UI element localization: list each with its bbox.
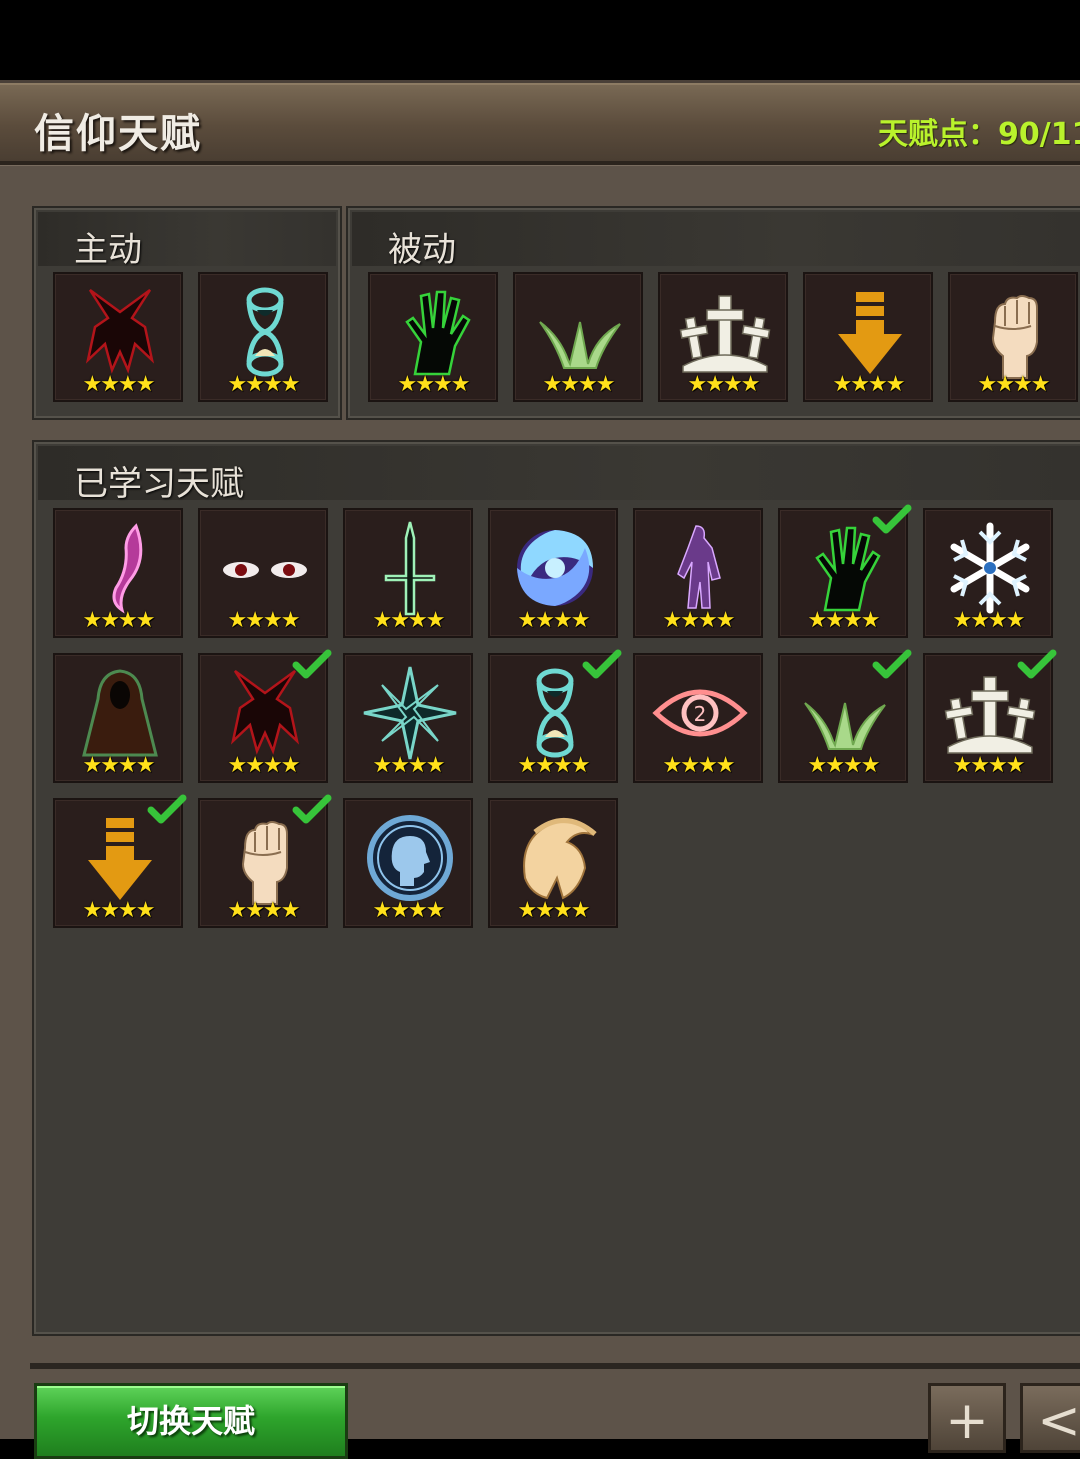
switch-talent-button[interactable]: 切换天赋 — [34, 1383, 348, 1459]
learned-talent-slot[interactable]: ★★★★ — [488, 508, 618, 638]
learned-talent-slot[interactable]: ★★★★ — [923, 649, 1057, 783]
check-icon — [1017, 649, 1057, 679]
star-rating: ★★★★ — [517, 608, 591, 633]
learned-talent-slot[interactable]: ★★★★ — [198, 649, 332, 783]
learned-talent-slot[interactable]: ★★★★ — [53, 508, 183, 638]
passive-talent-slot[interactable]: ★★★★ — [803, 272, 933, 402]
green-hand-icon — [405, 290, 471, 376]
star-rating: ★★★★ — [807, 608, 881, 633]
check-icon — [292, 649, 332, 679]
passive-talent-slot[interactable]: ★★★★ — [368, 272, 498, 402]
star-rating: ★★★★ — [227, 608, 301, 633]
learned-panel-title: 已学习天赋 — [74, 464, 244, 504]
star-rating: ★★★★ — [372, 898, 446, 923]
learned-talent-slot[interactable]: ★★★★ — [53, 794, 187, 928]
down-arrow-icon — [838, 292, 902, 374]
crosses-icon — [679, 295, 771, 373]
hooded-cloak-icon — [82, 669, 158, 757]
passive-panel-title: 被动 — [388, 230, 456, 270]
star-rating: ★★★★ — [517, 753, 591, 778]
star-rating: ★★★★ — [662, 608, 736, 633]
star-rating: ★★★★ — [82, 898, 156, 923]
snowflake-icon — [950, 522, 1030, 614]
active-panel-header: 主动 — [38, 212, 336, 270]
passive-talent-slot[interactable]: ★★★★ — [513, 272, 643, 402]
compass-star-icon — [363, 666, 457, 760]
star-rating: ★★★★ — [227, 753, 301, 778]
learned-talent-slot[interactable]: ★★★★ — [198, 794, 332, 928]
red-eyes-icon — [223, 562, 307, 578]
learned-talent-slot[interactable]: ★★★★ — [343, 798, 473, 928]
learned-talent-slot[interactable]: ★★★★ — [53, 653, 183, 783]
talent-points: 天赋点：90/11 — [878, 109, 1080, 153]
fist-icon — [991, 295, 1038, 379]
star-rating: ★★★★ — [227, 372, 301, 397]
back-button[interactable]: < — [1020, 1383, 1080, 1453]
star-rating: ★★★★ — [952, 753, 1026, 778]
learned-panel-header: 已学习天赋 — [38, 446, 1080, 504]
star-rating: ★★★★ — [687, 372, 761, 397]
check-icon — [872, 504, 912, 534]
check-icon — [147, 794, 187, 824]
star-rating: ★★★★ — [372, 608, 446, 633]
star-rating: ★★★★ — [662, 753, 736, 778]
active-talent-slot[interactable]: ★★★★ — [53, 272, 183, 402]
star-rating: ★★★★ — [372, 753, 446, 778]
check-icon — [872, 649, 912, 679]
learned-talent-slot[interactable]: ★★★★ — [778, 504, 912, 638]
eye-icon: 2 — [652, 689, 748, 737]
active-panel-title: 主动 — [74, 230, 142, 270]
window-title: 信仰天赋 — [34, 111, 202, 157]
hourglass-icon — [246, 287, 284, 377]
star-rating: ★★★★ — [517, 898, 591, 923]
vortex-icon — [517, 530, 593, 606]
star-rating: ★★★★ — [82, 753, 156, 778]
footer-divider — [30, 1363, 1080, 1369]
star-rating: ★★★★ — [82, 372, 156, 397]
learned-talent-slot[interactable]: ★★★★ — [778, 649, 912, 783]
purple-figure-icon — [677, 525, 721, 609]
spartan-helmet-icon — [523, 818, 597, 900]
svg-text:2: 2 — [694, 702, 707, 726]
pink-hook-icon — [112, 523, 143, 614]
talent-window: 信仰天赋 天赋点：90/11 主动 被动 已学习天赋 ★★★★ ★★★★ ★★★★ ★… — [0, 80, 1080, 1459]
star-rating: ★★★★ — [952, 608, 1026, 633]
check-icon — [582, 649, 622, 679]
red-demon-icon — [85, 288, 155, 374]
talent-points-label: 天赋点： — [878, 117, 998, 152]
window-header: 信仰天赋 天赋点：90/11 — [0, 80, 1080, 165]
star-rating: ★★★★ — [977, 372, 1051, 397]
learned-talent-slot[interactable]: ★★★★ — [488, 649, 622, 783]
star-rating: ★★★★ — [82, 608, 156, 633]
learned-talent-slot[interactable]: ★★★★ — [488, 798, 618, 928]
passive-talent-slot[interactable]: ★★★★ — [658, 272, 788, 402]
green-grass-icon — [539, 321, 621, 369]
learned-talent-slot[interactable]: ★★★★ — [343, 653, 473, 783]
star-rating: ★★★★ — [227, 898, 301, 923]
head-circle-icon — [367, 815, 453, 901]
star-rating: ★★★★ — [832, 372, 906, 397]
passive-talent-slot[interactable]: ★★★★ — [948, 272, 1078, 402]
star-rating: ★★★★ — [807, 753, 881, 778]
active-talent-slot[interactable]: ★★★★ — [198, 272, 328, 402]
green-cross-sword-icon — [384, 521, 436, 616]
plus-button[interactable]: + — [928, 1383, 1006, 1453]
learned-talent-slot[interactable]: ★★★★ — [343, 508, 473, 638]
learned-talent-slot[interactable]: 2 ★★★★ — [633, 653, 763, 783]
learned-talent-slot[interactable]: ★★★★ — [923, 508, 1053, 638]
passive-panel-header: 被动 — [352, 212, 1080, 270]
star-rating: ★★★★ — [397, 372, 471, 397]
learned-talent-slot[interactable]: ★★★★ — [198, 508, 328, 638]
talent-points-value: 90/11 — [998, 117, 1080, 152]
top-black-bar — [0, 0, 1080, 80]
check-icon — [292, 794, 332, 824]
learned-talent-slot[interactable]: ★★★★ — [633, 508, 763, 638]
star-rating: ★★★★ — [542, 372, 616, 397]
